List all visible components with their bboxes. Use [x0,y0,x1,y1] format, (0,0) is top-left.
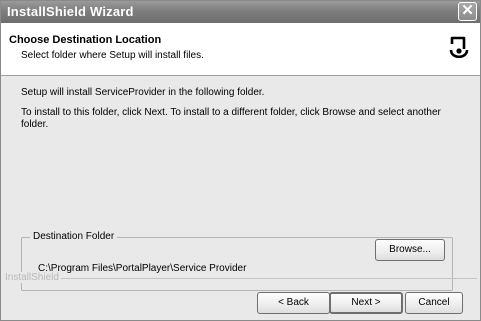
installshield-logo-icon [449,36,469,59]
instructions-text: To install to this folder, click Next. T… [21,107,441,118]
destination-folder-group: Destination Folder C:\Program Files\Port… [21,231,453,291]
title-bar[interactable]: InstallShield Wizard ✕ [1,1,480,23]
cancel-button[interactable]: Cancel [405,292,463,314]
destination-path: C:\Program Files\PortalPlayer\Service Pr… [38,263,247,274]
browse-button[interactable]: Browse... [375,239,445,261]
installshield-wizard-window: InstallShield Wizard ✕ Choose Destinatio… [0,0,481,321]
installshield-brand-label: InstallShield [5,272,61,283]
next-button[interactable]: Next > [329,292,403,314]
window-title: InstallShield Wizard [7,4,134,19]
page-subtitle: Select folder where Setup will install f… [21,50,204,61]
wizard-header: Choose Destination Location Select folde… [1,23,480,76]
instructions-text-continued: folder. [21,119,49,130]
back-button[interactable]: < Back [257,292,330,314]
install-info-text: Setup will install ServiceProvider in th… [21,87,265,98]
destination-folder-legend: Destination Folder [30,231,118,242]
page-title: Choose Destination Location [9,34,162,46]
brand-divider [41,278,477,279]
close-button[interactable]: ✕ [458,2,477,21]
close-icon: ✕ [461,2,474,19]
